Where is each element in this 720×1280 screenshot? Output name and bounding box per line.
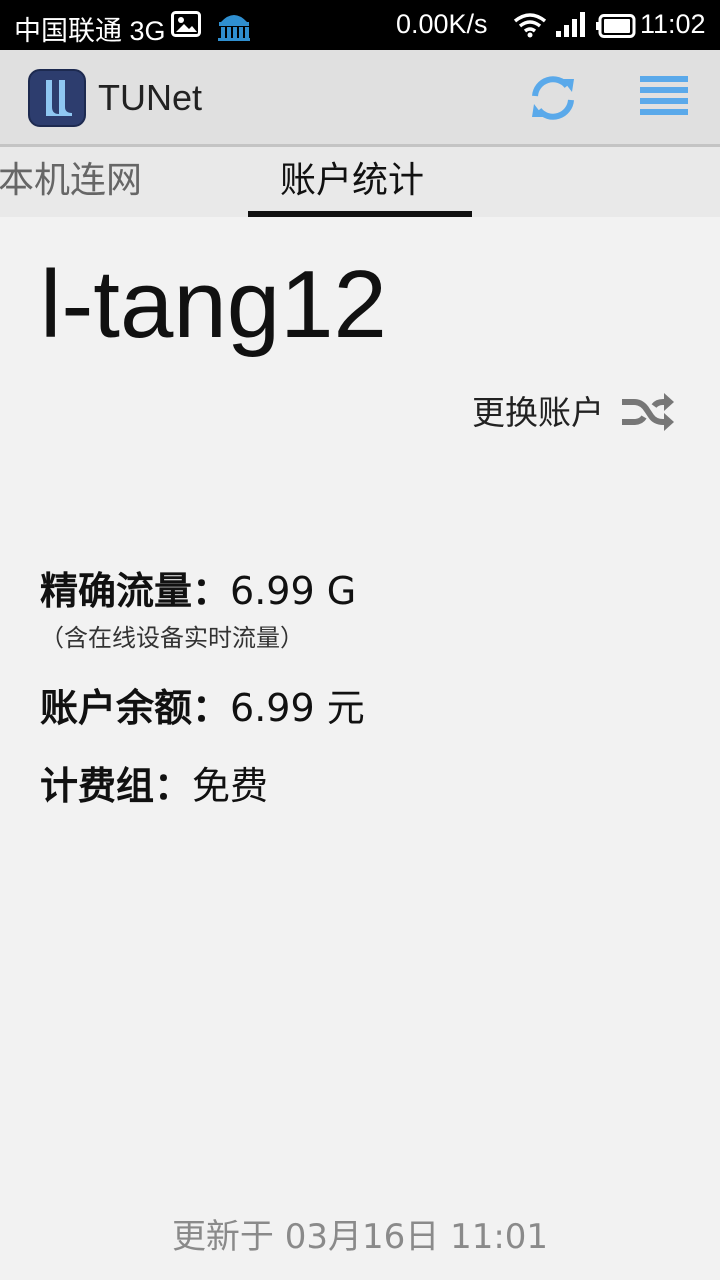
net-speed: 0.00K/s: [396, 9, 488, 39]
carrier-label: 中国联通 3G: [14, 16, 166, 46]
app-logo-icon: [28, 69, 86, 131]
traffic-row: 精确流量：6.99 G: [40, 567, 356, 623]
tab-selected-indicator: [248, 211, 472, 217]
wifi-icon: [513, 12, 547, 45]
traffic-colon: ：: [192, 569, 231, 613]
balance-value: 6.99 元: [230, 686, 365, 730]
billing-group-value: 免费: [192, 764, 269, 808]
status-bar: 中国联通 3G 0.00K/s 11:02: [0, 0, 720, 50]
university-app-icon: [215, 8, 253, 49]
photo-icon: [171, 11, 201, 44]
menu-button[interactable]: [636, 74, 690, 122]
refresh-button[interactable]: [526, 71, 580, 125]
traffic-value: 6.99 G: [230, 569, 357, 613]
billing-group-label: 计费组: [40, 764, 155, 808]
app-bar: TUNet: [0, 50, 720, 147]
traffic-note: （含在线设备实时流量）: [40, 624, 304, 652]
traffic-label: 精确流量: [40, 569, 193, 613]
billing-group-colon: ：: [154, 764, 193, 808]
screen: 中国联通 3G 0.00K/s 11:02 TUNet 本机连网 账户统计 l-…: [0, 0, 720, 1280]
billing-group-row: 计费组：免费: [40, 762, 268, 818]
shuffle-icon: [620, 389, 676, 439]
balance-colon: ：: [192, 686, 231, 730]
clock: 11:02: [640, 9, 706, 39]
balance-label: 账户余额: [40, 686, 193, 730]
app-title: TUNet: [98, 77, 203, 118]
refresh-icon: [526, 76, 580, 129]
username: l-tang12: [40, 251, 387, 358]
last-updated: 更新于 03月16日 11:01: [171, 1217, 549, 1257]
tab-account-stats[interactable]: 账户统计: [280, 159, 424, 203]
switch-account-label: 更换账户: [472, 393, 604, 432]
battery-icon: [596, 14, 636, 45]
tab-local-network[interactable]: 本机连网: [0, 159, 142, 203]
menu-icon: [636, 76, 690, 126]
tab-bar: 本机连网 账户统计: [0, 147, 720, 217]
balance-row: 账户余额：6.99 元: [40, 684, 365, 740]
signal-icon: [555, 12, 587, 45]
